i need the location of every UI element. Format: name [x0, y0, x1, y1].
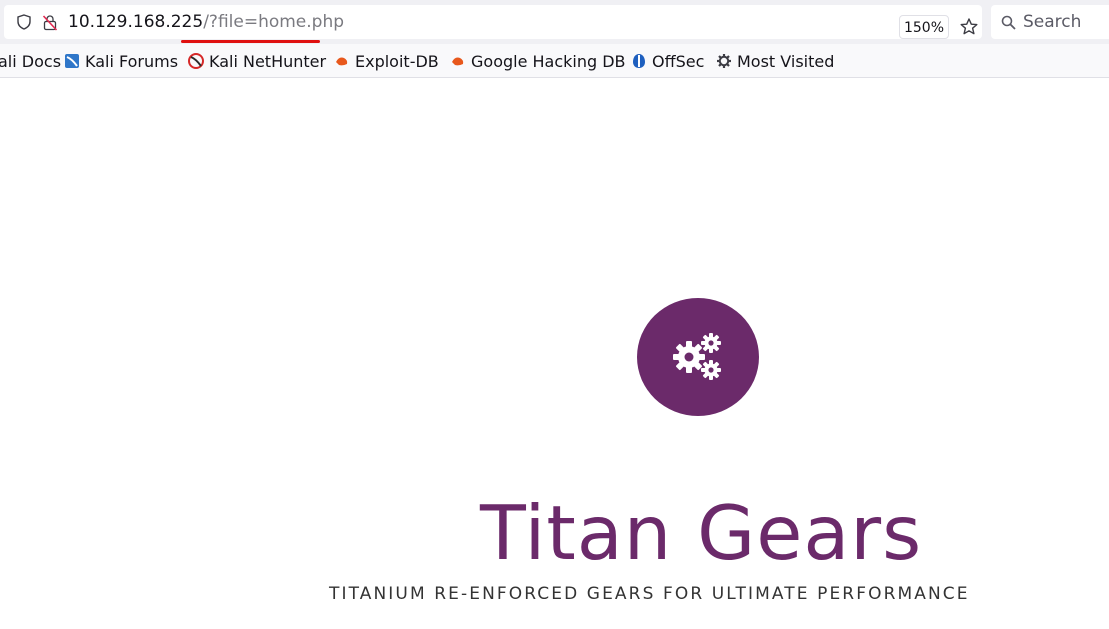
- bookmark-label: Exploit-DB: [355, 51, 439, 71]
- brand-logo: [637, 298, 759, 416]
- search-placeholder: Search: [1023, 12, 1082, 32]
- gears-icon: [673, 333, 721, 380]
- url-path-highlight-underline: [181, 40, 320, 43]
- bookmark-kali-nethunter[interactable]: Kali NetHunter: [188, 50, 326, 72]
- bookmark-label: ali Docs: [0, 51, 62, 71]
- exploit-db-icon: [452, 57, 464, 66]
- bookmark-label: Google Hacking DB: [471, 51, 626, 71]
- insecure-lock-icon[interactable]: [42, 14, 58, 31]
- bookmark-offsec[interactable]: OffSec: [631, 50, 704, 72]
- url-host: 10.129.168.225: [68, 12, 204, 32]
- brand-title: Titan Gears: [480, 489, 923, 577]
- browser-toolbar: 10.129.168.225/?file=home.php 150% Searc…: [0, 0, 1109, 44]
- bookmark-exploit-db[interactable]: Exploit-DB: [334, 50, 439, 72]
- bookmark-label: OffSec: [652, 51, 705, 71]
- bookmark-kali-docs[interactable]: ali Docs: [0, 50, 61, 72]
- search-icon: [1001, 15, 1016, 30]
- bookmark-label: Most Visited: [737, 51, 835, 71]
- address-bar[interactable]: 10.129.168.225/?file=home.php 150%: [4, 5, 982, 39]
- bookmarks-toolbar: ali Docs Kali Forums Kali NetHunter Expl…: [0, 44, 1109, 78]
- exploit-db-icon: [336, 57, 348, 66]
- bookmark-kali-forums[interactable]: Kali Forums: [64, 50, 178, 72]
- zoom-level-badge[interactable]: 150%: [899, 15, 949, 39]
- bookmark-most-visited[interactable]: Most Visited: [716, 50, 834, 72]
- kali-forums-icon: [65, 54, 79, 68]
- search-box[interactable]: Search: [991, 5, 1109, 39]
- brand-tagline: TITANIUM RE-ENFORCED GEARS FOR ULTIMATE …: [329, 584, 970, 604]
- bookmark-google-hacking-db[interactable]: Google Hacking DB: [450, 50, 626, 72]
- gear-icon: [717, 54, 731, 68]
- tracking-protection-shield-icon[interactable]: [16, 14, 32, 30]
- bookmark-label: Kali NetHunter: [209, 51, 327, 71]
- url-text[interactable]: 10.129.168.225/?file=home.php: [68, 11, 344, 33]
- kali-nethunter-icon: [188, 53, 204, 69]
- offsec-icon: [633, 54, 645, 68]
- bookmark-label: Kali Forums: [85, 51, 179, 71]
- url-path: /?file=home.php: [203, 12, 345, 32]
- bookmark-star-icon[interactable]: [959, 17, 979, 37]
